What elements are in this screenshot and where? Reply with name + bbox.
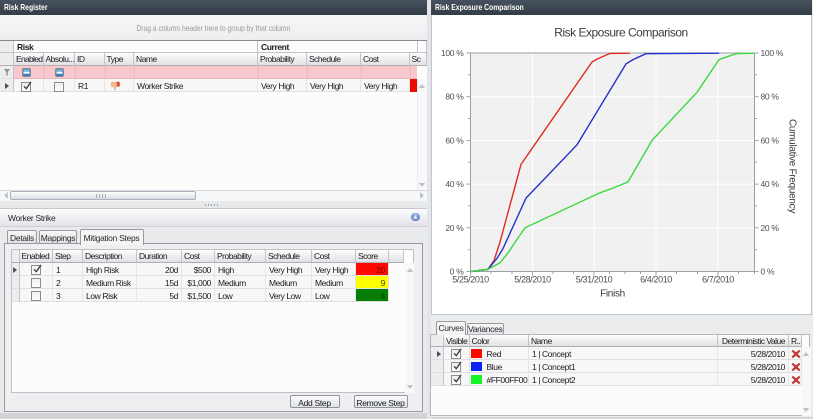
svg-text:Cumulative Frequency: Cumulative Frequency <box>787 119 798 213</box>
svg-text:60 %: 60 % <box>761 135 780 145</box>
svg-text:20 %: 20 % <box>761 223 780 233</box>
svg-text:80 %: 80 % <box>761 92 780 102</box>
svg-text:20 %: 20 % <box>445 223 464 233</box>
svg-text:100 %: 100 % <box>761 48 784 58</box>
svg-text:Risk Exposure Comparison: Risk Exposure Comparison <box>554 26 687 40</box>
svg-text:0 %: 0 % <box>761 267 775 277</box>
svg-text:5/31/2010: 5/31/2010 <box>576 275 613 285</box>
svg-text:Finish: Finish <box>600 289 625 300</box>
svg-text:6/4/2010: 6/4/2010 <box>640 275 672 285</box>
svg-text:40 %: 40 % <box>761 179 780 189</box>
svg-text:80 %: 80 % <box>445 92 464 102</box>
svg-text:60 %: 60 % <box>445 135 464 145</box>
svg-text:100 %: 100 % <box>441 48 464 58</box>
svg-text:6/7/2010: 6/7/2010 <box>702 275 734 285</box>
svg-text:5/28/2010: 5/28/2010 <box>514 275 551 285</box>
svg-text:40 %: 40 % <box>445 179 464 189</box>
svg-text:5/25/2010: 5/25/2010 <box>452 275 489 285</box>
